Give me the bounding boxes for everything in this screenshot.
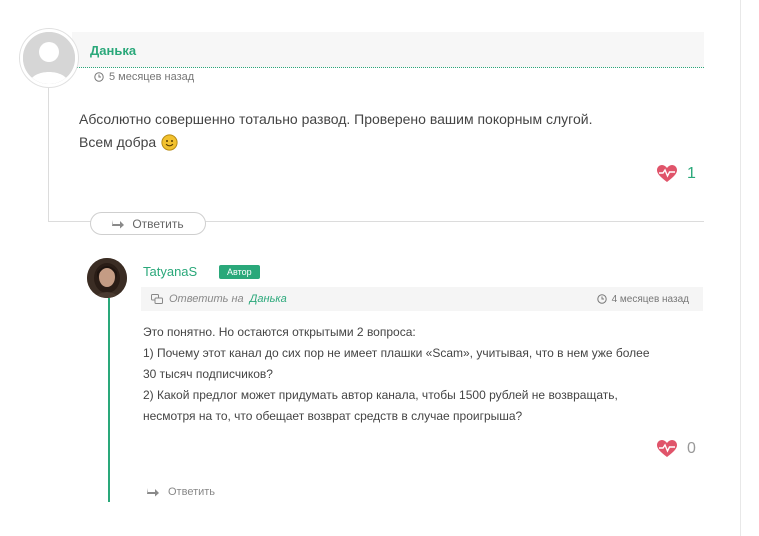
reply-arrow-icon <box>147 488 159 497</box>
reply-arrow-icon <box>112 219 125 228</box>
comment-author[interactable]: TatyanaS <box>143 264 197 279</box>
user-silhouette-icon <box>23 32 75 84</box>
smiling-face-icon <box>161 134 178 151</box>
comment-text-fragment: Всем добра <box>79 134 157 150</box>
heart-pulse-icon <box>657 165 677 182</box>
comment-time: 4 месяцев назад <box>611 293 689 305</box>
like-button[interactable]: 0 <box>657 440 696 458</box>
like-button[interactable]: 1 <box>657 165 696 183</box>
comment-meta: 4 месяцев назад <box>596 293 689 305</box>
comment-text: Абсолютно совершенно тотально развод. Пр… <box>79 108 679 154</box>
comment-meta: 5 месяцев назад <box>94 71 194 83</box>
comment-text-line: 2) Какой предлог может придумать автор к… <box>143 388 618 402</box>
comment-text-line: 1) Почему этот канал до сих пор не имеет… <box>143 346 650 360</box>
comment-text: Это понятно. Но остаются открытыми 2 воп… <box>143 322 705 427</box>
reply-label: Ответить <box>132 216 184 231</box>
comment-time: 5 месяцев назад <box>109 71 195 83</box>
page-right-border <box>740 0 741 536</box>
comment-text-line: Всем добра <box>79 131 679 154</box>
author-badge: Автор <box>219 265 260 279</box>
comment-text-line: несмотря на то, что обещает возврат сред… <box>143 409 523 423</box>
comment-text-line: Абсолютно совершенно тотально развод. Пр… <box>79 111 593 127</box>
clock-icon <box>94 72 104 82</box>
comment-text-line: Это понятно. Но остаются открытыми 2 воп… <box>143 325 416 339</box>
clock-icon <box>596 294 607 304</box>
like-count: 1 <box>687 165 696 182</box>
comment-text-line: 30 тысяч подписчиков? <box>143 367 273 381</box>
reply-button[interactable]: Ответить <box>90 212 206 235</box>
chat-bubbles-icon <box>151 293 163 304</box>
like-count: 0 <box>687 440 696 457</box>
reply-to-link[interactable]: Ответить на Данька <box>151 293 287 305</box>
reply-to-prefix: Ответить на <box>169 293 244 305</box>
reply-label: Ответить <box>168 486 216 498</box>
default-avatar <box>20 29 78 87</box>
comment-author[interactable]: Данька <box>90 43 136 58</box>
thread-line <box>108 298 110 502</box>
author-avatar <box>87 258 127 298</box>
heart-pulse-icon <box>657 440 677 457</box>
reply-to-name[interactable]: Данька <box>250 293 287 305</box>
comment-header <box>72 32 704 68</box>
comment-header: Ответить на Данька 4 месяцев назад <box>141 287 703 311</box>
avatar-photo <box>87 258 127 298</box>
reply-button[interactable]: Ответить <box>147 486 215 498</box>
